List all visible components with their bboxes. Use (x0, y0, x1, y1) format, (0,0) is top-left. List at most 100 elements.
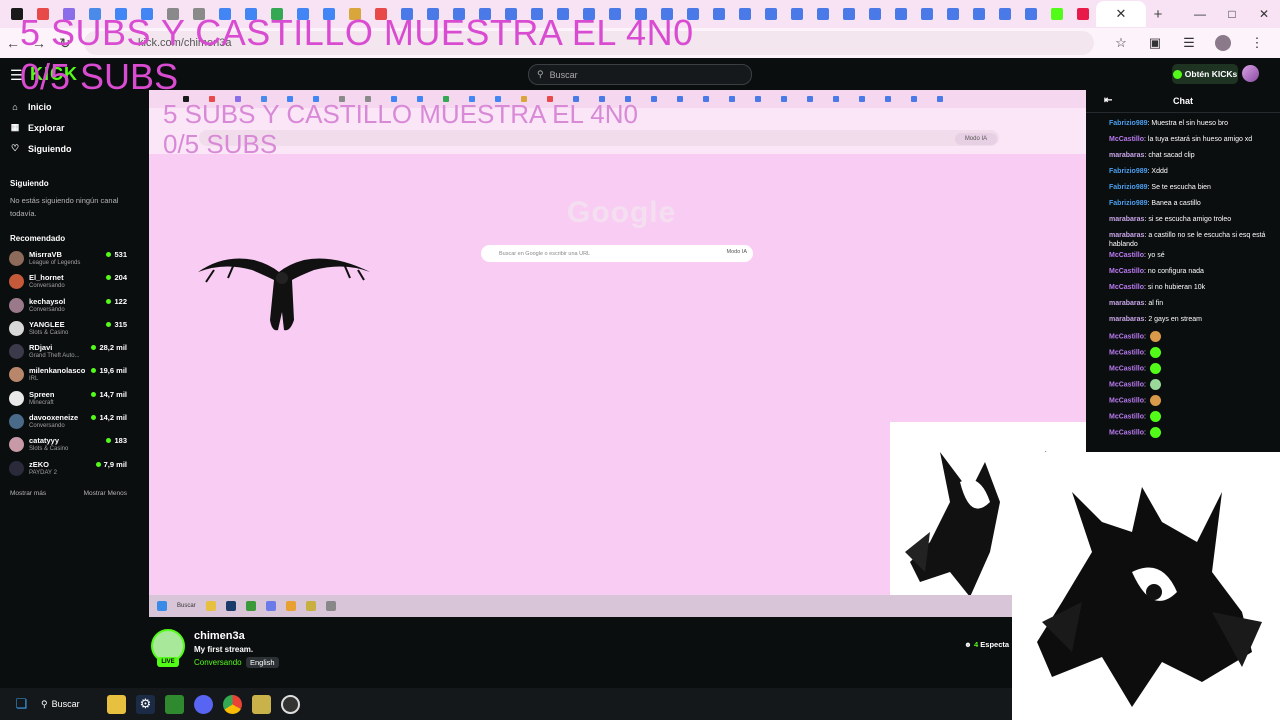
xbox-icon[interactable] (165, 694, 184, 714)
browser-tab[interactable] (1070, 1, 1096, 27)
browser-tab[interactable] (992, 1, 1018, 27)
chat-username[interactable]: marabaras (1109, 300, 1144, 307)
restore-icon[interactable]: □ (1216, 0, 1248, 28)
channel-category: PAYDAY 2 (29, 469, 57, 476)
stream-category[interactable]: Conversando (194, 658, 242, 667)
captured-tab (875, 96, 901, 102)
browser-tab[interactable] (1018, 1, 1044, 27)
live-dot-icon (95, 461, 101, 467)
browser-tab[interactable] (940, 1, 966, 27)
obs-icon[interactable] (281, 694, 300, 714)
recommended-channel[interactable]: kechaysol Conversando 122 (0, 294, 137, 317)
browser-tab[interactable] (732, 1, 758, 27)
chat-username[interactable]: McCastillo (1109, 381, 1144, 388)
chat-username[interactable]: marabaras (1109, 232, 1144, 239)
get-kicks-button[interactable]: Obtén KICKs (1172, 64, 1238, 84)
browser-tab[interactable] (1044, 1, 1070, 27)
live-dot-icon (106, 275, 112, 281)
app-icon[interactable] (252, 694, 271, 714)
browser-tab[interactable] (836, 1, 862, 27)
show-less-link[interactable]: Mostrar Menos (84, 490, 127, 497)
chat-username[interactable]: marabaras (1109, 316, 1144, 323)
captured-chrome-icon (285, 601, 296, 611)
emote-icon (1149, 379, 1161, 390)
nav-inicio[interactable]: ⌂ Inicio (0, 96, 137, 117)
taskbar-search[interactable]: ⚲ Buscar (41, 699, 97, 710)
following-heading: Siguiendo (10, 179, 49, 188)
chat-username[interactable]: McCastillo (1109, 365, 1144, 372)
bookmark-star-icon[interactable]: ☆ (1104, 35, 1138, 51)
chat-message: McCastillo: (1109, 345, 1274, 361)
emote-icon (1149, 427, 1161, 438)
windows-start-icon[interactable]: ❏ (12, 695, 31, 714)
recommended-channel[interactable]: RDjavi Grand Theft Auto... 28,2 mil (0, 340, 137, 363)
chrome-icon[interactable] (223, 694, 242, 714)
recommended-channel[interactable]: davooxeneize Conversando 14,2 mil (0, 410, 137, 433)
channel-name[interactable]: chimen3a (194, 630, 245, 642)
active-tab-close-icon[interactable]: ✕ (1096, 1, 1146, 27)
recommended-channel[interactable]: YANGLEE Slots & Casino 315 (0, 317, 137, 340)
collapse-chat-icon[interactable]: ⇤ (1104, 95, 1112, 106)
new-tab-icon[interactable]: + (1146, 6, 1170, 23)
file-explorer-icon[interactable] (107, 694, 126, 714)
chat-username[interactable]: marabaras (1109, 152, 1144, 159)
chat-username[interactable]: Fabrizio989 (1109, 184, 1148, 191)
chat-username[interactable]: McCastillo (1109, 397, 1144, 404)
extensions-icon[interactable]: ▣ (1138, 35, 1172, 51)
channel-avatar (9, 297, 24, 313)
recommended-channel[interactable]: MisrraVB League of Legends 531 (0, 247, 137, 270)
chat-message: McCastillo: (1109, 409, 1274, 425)
recommended-channel[interactable]: catatyyy Slots & Casino 183 (0, 433, 137, 456)
channel-viewers: 183 (106, 436, 127, 445)
taskbar-search-label: Buscar (51, 699, 80, 709)
show-more-link[interactable]: Mostrar más (10, 490, 46, 497)
chat-username[interactable]: McCastillo (1109, 333, 1144, 340)
recommended-channel[interactable]: Spreen Minecraft 14,7 mil (0, 387, 137, 410)
browser-tab[interactable] (784, 1, 810, 27)
steam-icon[interactable]: ⚙ (136, 694, 155, 714)
close-window-icon[interactable]: ✕ (1248, 0, 1280, 28)
chat-message: marabaras: chat sacad clip (1109, 152, 1195, 159)
chat-username[interactable]: McCastillo (1109, 349, 1144, 356)
channel-name: YANGLEE (29, 319, 65, 329)
live-dot-icon (91, 368, 97, 374)
chat-username[interactable]: Fabrizio989 (1109, 200, 1148, 207)
channel-category: Slots & Casino (29, 446, 69, 453)
browser-menu-icon[interactable]: ⋮ (1240, 35, 1274, 51)
stream-video[interactable]: Modo IA 5 SUBS Y CASTILLO MUESTRA EL 4N0… (149, 90, 1086, 617)
captured-obs-icon (325, 601, 336, 611)
browser-tab[interactable] (706, 1, 732, 27)
nav-siguiendo[interactable]: ♡ Siguiendo (0, 138, 137, 159)
user-avatar[interactable] (1242, 65, 1259, 82)
chat-username[interactable]: McCastillo (1109, 429, 1144, 436)
chat-username[interactable]: McCastillo (1109, 268, 1144, 275)
profile-icon[interactable] (1215, 35, 1231, 51)
browser-tab[interactable] (862, 1, 888, 27)
recommended-channel[interactable]: zEKO PAYDAY 2 7,9 mil (0, 457, 137, 480)
discord-icon[interactable] (194, 694, 213, 714)
browser-tab[interactable] (914, 1, 940, 27)
chat-username[interactable]: McCastillo (1109, 284, 1144, 291)
chat-username[interactable]: McCastillo (1109, 136, 1144, 143)
search-icon: ⚲ (537, 69, 544, 79)
chat-username[interactable]: marabaras (1109, 216, 1144, 223)
tab-favicon-icon (947, 8, 959, 20)
stream-language-tag[interactable]: English (246, 657, 279, 668)
chat-username[interactable]: Fabrizio989 (1109, 120, 1148, 127)
media-control-icon[interactable]: ☰ (1172, 35, 1206, 51)
channel-category: IRL (29, 376, 39, 383)
browser-tab[interactable] (966, 1, 992, 27)
browser-tab[interactable] (810, 1, 836, 27)
recommended-channel[interactable]: milenkanolasco IRL 19,6 mil (0, 363, 137, 386)
browser-tab[interactable] (888, 1, 914, 27)
search-input[interactable]: ⚲ Buscar (528, 64, 752, 85)
channel-viewers: 14,7 mil (91, 390, 127, 399)
chat-username[interactable]: McCastillo (1109, 413, 1144, 420)
chat-username[interactable]: McCastillo (1109, 252, 1144, 259)
live-dot-icon (91, 415, 97, 421)
recommended-channel[interactable]: El_hornet Conversando 204 (0, 270, 137, 293)
browser-tab[interactable] (758, 1, 784, 27)
nav-explorar[interactable]: ▦ Explorar (0, 117, 137, 138)
minimize-icon[interactable]: — (1184, 0, 1216, 28)
chat-username[interactable]: Fabrizio989 (1109, 168, 1148, 175)
